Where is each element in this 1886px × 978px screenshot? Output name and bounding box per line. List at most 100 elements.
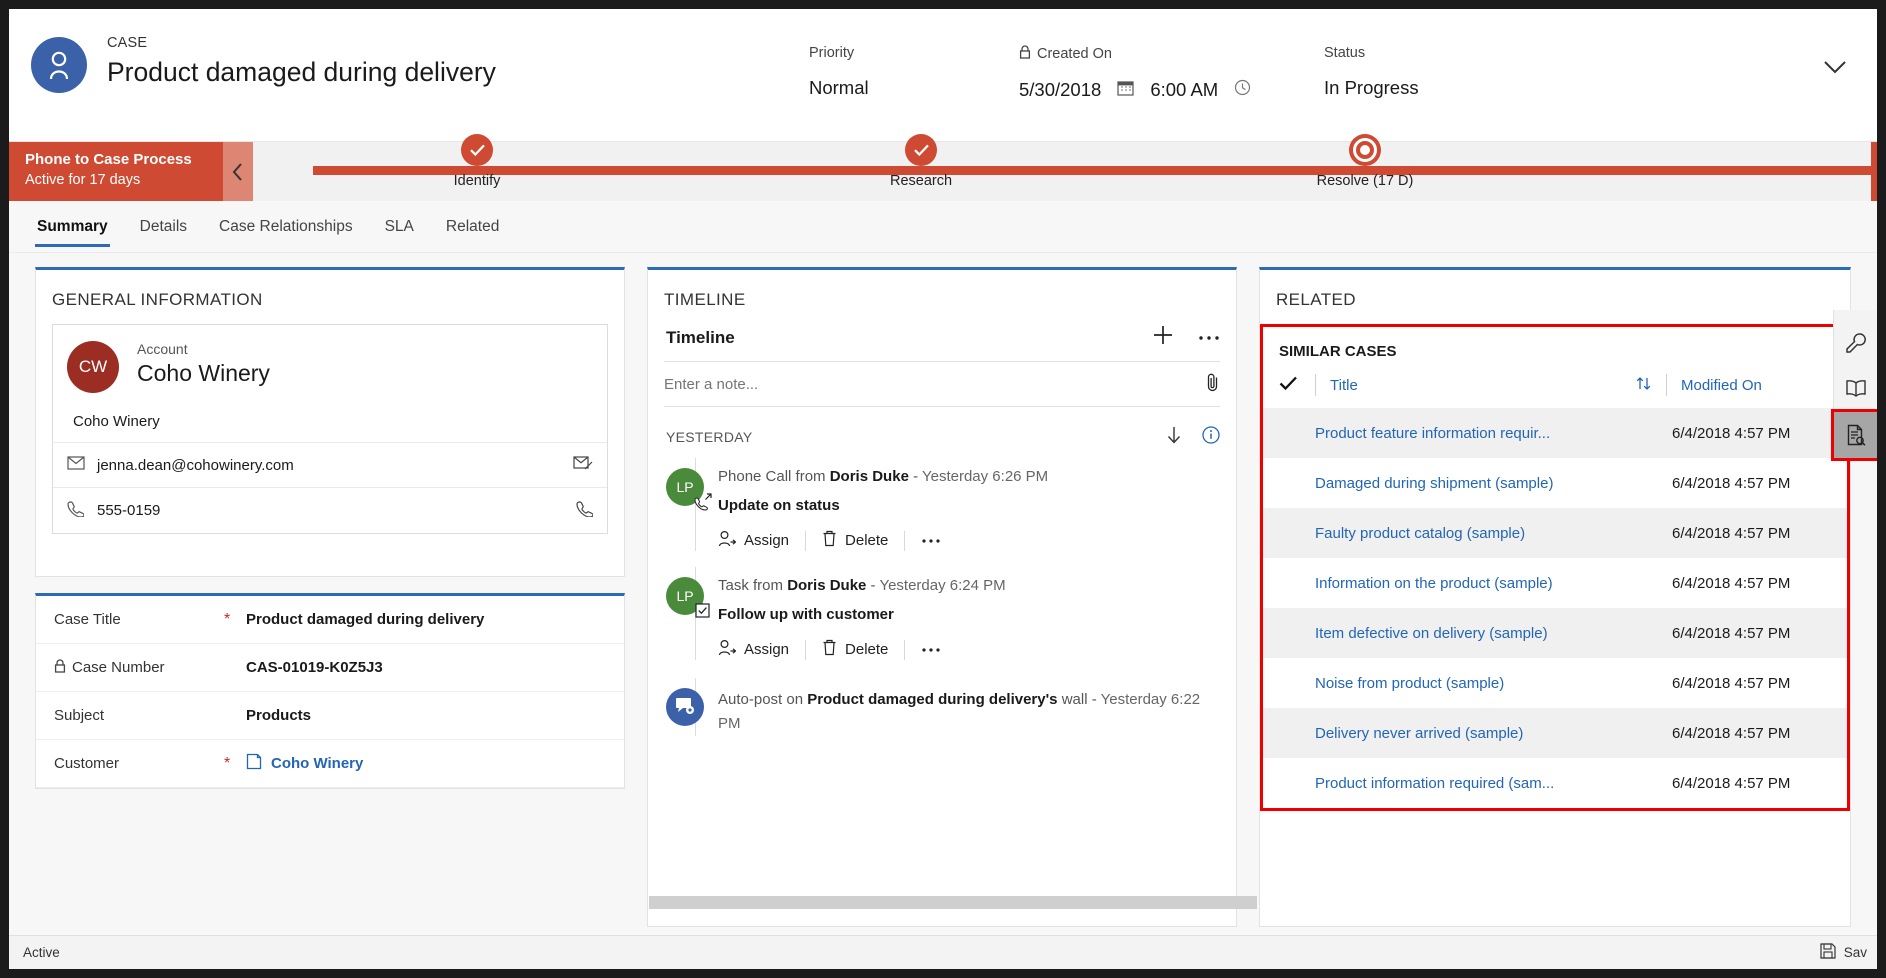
header-field-status[interactable]: Status In Progress	[1324, 45, 1534, 101]
timeline-entry[interactable]: LP Phone Call from Doris Duke - Yesterda…	[648, 458, 1236, 551]
plus-icon[interactable]	[1152, 324, 1174, 351]
avatar: LP	[666, 577, 710, 618]
customer-value-wrap[interactable]: Coho Winery	[246, 753, 363, 774]
compose-email-icon[interactable]	[573, 455, 593, 475]
horizontal-scrollbar[interactable]	[649, 896, 1257, 909]
table-row[interactable]: Delivery never arrived (sample) 6/4/2018…	[1263, 708, 1847, 758]
case-title-link[interactable]: Damaged during shipment (sample)	[1315, 475, 1672, 492]
account-email-row[interactable]: jenna.dean@cohowinery.com	[53, 442, 607, 487]
table-row[interactable]: Information on the product (sample) 6/4/…	[1263, 558, 1847, 608]
calendar-icon[interactable]	[1117, 79, 1134, 101]
table-row[interactable]: Product information required (sam... 6/4…	[1263, 758, 1847, 808]
column-header-title[interactable]: Title	[1330, 377, 1635, 394]
account-lookup-icon	[246, 753, 262, 774]
tab-summary[interactable]: Summary	[35, 206, 110, 247]
timeline-note-row[interactable]	[664, 361, 1220, 407]
ellipsis-icon[interactable]	[1198, 329, 1220, 347]
checkmark-icon[interactable]	[1279, 375, 1315, 396]
tab-related[interactable]: Related	[444, 206, 501, 247]
account-name[interactable]: Coho Winery	[137, 360, 270, 387]
process-stage-identify[interactable]: Identify	[387, 134, 567, 189]
entry-separator: -	[866, 577, 880, 594]
avatar: LP	[666, 468, 712, 511]
case-title-link[interactable]: Information on the product (sample)	[1315, 575, 1672, 592]
table-row[interactable]: Product feature information requir... 6/…	[1263, 408, 1847, 458]
entry-time: Yesterday 6:24 PM	[879, 577, 1006, 594]
entry-actions: Assign Delete	[718, 530, 1220, 551]
status-bar: Active Sav	[9, 935, 1877, 969]
field-row-subject[interactable]: Subject Products	[36, 692, 624, 740]
chevron-down-icon[interactable]	[1821, 57, 1849, 79]
stage-label: Resolve (17 D)	[1316, 173, 1414, 189]
process-name-block[interactable]: Phone to Case Process Active for 17 days	[9, 142, 223, 201]
column-header-modified-on[interactable]: Modified On	[1681, 377, 1831, 394]
case-title-link[interactable]: Product feature information requir...	[1315, 425, 1672, 442]
tab-details[interactable]: Details	[138, 206, 189, 247]
required-indicator: *	[224, 610, 231, 628]
delete-action[interactable]: Delete	[822, 639, 904, 660]
case-title-link[interactable]: Delivery never arrived (sample)	[1315, 725, 1672, 742]
more-actions[interactable]	[921, 641, 957, 658]
book-icon[interactable]	[1834, 366, 1878, 412]
wrench-icon[interactable]	[1834, 320, 1878, 366]
note-input[interactable]	[664, 375, 1206, 393]
call-icon[interactable]	[576, 500, 594, 521]
tab-case-relationships[interactable]: Case Relationships	[217, 206, 355, 247]
avatar-initials: LP	[676, 588, 694, 604]
similar-cases-list: Product feature information requir... 6/…	[1263, 408, 1847, 808]
table-row[interactable]: Faulty product catalog (sample) 6/4/2018…	[1263, 508, 1847, 558]
case-title-link[interactable]: Item defective on delivery (sample)	[1315, 625, 1672, 642]
paperclip-icon[interactable]	[1206, 372, 1220, 396]
case-title-link[interactable]: Noise from product (sample)	[1315, 675, 1672, 692]
person-icon	[31, 37, 87, 93]
account-phone-row[interactable]: 555-0159	[53, 487, 607, 533]
header-field-created-on[interactable]: Created On 5/30/2018 6:00 AM	[1019, 45, 1324, 101]
process-stage-research[interactable]: Research	[831, 134, 1011, 189]
timeline-entry[interactable]: LP Task from Doris Duke - Yesterday 6:24…	[648, 567, 1236, 660]
case-title-link[interactable]: Product information required (sam...	[1315, 775, 1672, 792]
tab-sla[interactable]: SLA	[383, 206, 416, 247]
table-row[interactable]: Damaged during shipment (sample) 6/4/201…	[1263, 458, 1847, 508]
delete-action[interactable]: Delete	[822, 530, 904, 551]
field-row-case-title[interactable]: Case Title * Product damaged during deli…	[36, 596, 624, 644]
case-title-link[interactable]: Faulty product catalog (sample)	[1315, 525, 1672, 542]
table-row[interactable]: Noise from product (sample) 6/4/2018 4:5…	[1263, 658, 1847, 708]
process-stage-resolve[interactable]: Resolve (17 D)	[1275, 134, 1455, 189]
save-label: Sav	[1843, 945, 1867, 960]
divider	[904, 530, 906, 551]
info-icon[interactable]	[1202, 426, 1220, 447]
sort-updown-icon[interactable]	[1635, 375, 1652, 396]
arrow-down-icon[interactable]	[1166, 425, 1182, 448]
subject-value[interactable]: Products	[246, 707, 311, 724]
account-email[interactable]: jenna.dean@cohowinery.com	[97, 457, 573, 474]
chevron-left-icon[interactable]	[223, 142, 253, 201]
table-row[interactable]: Item defective on delivery (sample) 6/4/…	[1263, 608, 1847, 658]
stage-complete-icon[interactable]	[905, 134, 937, 166]
header-field-priority[interactable]: Priority Normal	[809, 45, 1019, 101]
process-stage-track: Identify Research Resolve (17 D)	[253, 134, 1877, 201]
form-tabs: Summary Details Case Relationships SLA R…	[9, 201, 1877, 253]
assign-action[interactable]: Assign	[718, 639, 805, 660]
account-phone[interactable]: 555-0159	[97, 502, 576, 519]
stage-complete-icon[interactable]	[461, 134, 493, 166]
entry-separator: wall -	[1057, 691, 1101, 708]
assign-user-icon	[718, 639, 737, 660]
clock-icon[interactable]	[1234, 79, 1251, 101]
account-company-row: Coho Winery	[53, 401, 607, 442]
form-body: GENERAL INFORMATION CW Account Coho Wine…	[9, 253, 1877, 943]
account-quick-view: CW Account Coho Winery Coho Winery jenna…	[52, 324, 608, 534]
case-title-value[interactable]: Product damaged during delivery	[246, 611, 484, 628]
field-row-customer[interactable]: Customer * Coho Winery	[36, 740, 624, 788]
case-modified-on: 6/4/2018 4:57 PM	[1672, 574, 1791, 592]
customer-value[interactable]: Coho Winery	[271, 755, 363, 772]
document-search-icon[interactable]	[1830, 409, 1877, 461]
more-actions[interactable]	[921, 532, 957, 549]
save-button[interactable]: Sav	[1820, 943, 1867, 962]
timeline-entry[interactable]: Auto-post on Product damaged during deli…	[648, 678, 1236, 736]
assign-action[interactable]: Assign	[718, 530, 805, 551]
entry-time: Yesterday 6:26 PM	[921, 468, 1049, 485]
ellipsis-icon	[921, 532, 941, 549]
required-indicator: *	[224, 754, 231, 772]
column-timeline: TIMELINE Timeline Enter a note... YESTER…	[647, 267, 1237, 943]
stage-current-icon[interactable]	[1349, 134, 1381, 166]
